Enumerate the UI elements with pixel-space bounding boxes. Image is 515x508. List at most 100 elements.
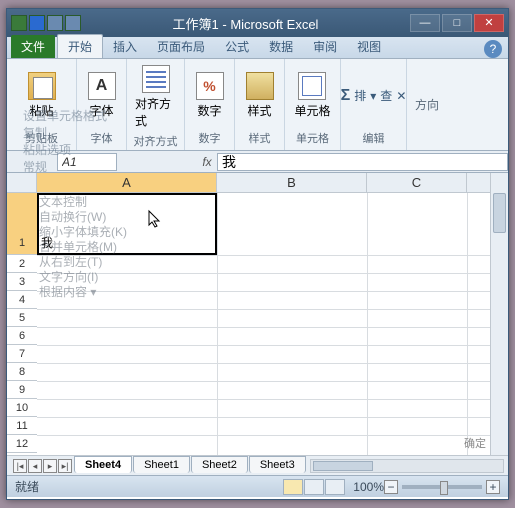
- zoom-slider[interactable]: [402, 485, 482, 489]
- sheet-tab-sheet1[interactable]: Sheet1: [133, 456, 190, 473]
- group-cells: 单元格 单元格: [285, 59, 341, 150]
- number-group-label: 数字: [199, 130, 221, 146]
- direction-label: 方向: [415, 96, 439, 113]
- tab-data[interactable]: 数据: [259, 35, 303, 58]
- row-header-1[interactable]: 1: [7, 193, 37, 255]
- redo-icon[interactable]: [65, 15, 81, 31]
- sheet-nav-next[interactable]: ▸: [43, 459, 57, 473]
- styles-label: 样式: [247, 102, 271, 119]
- align-icon: [142, 65, 170, 93]
- cell-a1[interactable]: 我: [37, 193, 217, 255]
- row-header-6[interactable]: 6: [7, 327, 37, 345]
- view-page-layout-button[interactable]: [304, 479, 324, 495]
- font-label: 字体: [89, 102, 113, 119]
- titlebar: 工作簿1 - Microsoft Excel — □ ✕: [7, 9, 508, 37]
- tab-page-layout[interactable]: 页面布局: [147, 35, 215, 58]
- window-title: 工作簿1 - Microsoft Excel: [81, 14, 410, 33]
- formula-bar[interactable]: [217, 153, 508, 171]
- number-button[interactable]: % 数字: [194, 70, 226, 121]
- select-all-corner[interactable]: [7, 173, 37, 193]
- align-group-label: 对齐方式: [134, 133, 178, 149]
- tab-home[interactable]: 开始: [57, 34, 103, 58]
- tab-view[interactable]: 视图: [347, 35, 391, 58]
- sheet-tab-sheet4[interactable]: Sheet4: [74, 456, 132, 473]
- sheet-nav-first[interactable]: |◂: [13, 459, 27, 473]
- alignment-button[interactable]: 对齐方式: [133, 63, 178, 131]
- group-styles: 样式 样式: [235, 59, 285, 150]
- row-header-7[interactable]: 7: [7, 345, 37, 363]
- col-header-a[interactable]: A: [37, 173, 217, 192]
- col-header-b[interactable]: B: [217, 173, 367, 192]
- sheet-nav-prev[interactable]: ◂: [28, 459, 42, 473]
- excel-icon: [11, 15, 27, 31]
- number-icon: %: [196, 72, 224, 100]
- row-header-5[interactable]: 5: [7, 309, 37, 327]
- sigma-icon: Σ: [341, 87, 351, 105]
- save-icon[interactable]: [29, 15, 45, 31]
- styles-group-label: 样式: [249, 130, 271, 146]
- paste-button[interactable]: 粘贴: [26, 70, 58, 121]
- row-header-4[interactable]: 4: [7, 291, 37, 309]
- tab-formulas[interactable]: 公式: [215, 35, 259, 58]
- vertical-scrollbar[interactable]: [490, 173, 508, 455]
- ok-hint: 确定: [464, 435, 486, 451]
- row-headers: 1 2 3 4 5 6 7 8 9 10 11 12: [7, 193, 37, 453]
- worksheet-area: A B C 1 2 3 4 5 6 7 8 9 10 11 12: [7, 173, 508, 455]
- horizontal-scrollbar[interactable]: [310, 459, 504, 473]
- tab-insert[interactable]: 插入: [103, 35, 147, 58]
- row-header-2[interactable]: 2: [7, 255, 37, 273]
- sheet-tab-sheet2[interactable]: Sheet2: [191, 456, 248, 473]
- fill-button[interactable]: ▾: [370, 89, 376, 103]
- view-page-break-button[interactable]: [325, 479, 345, 495]
- window-buttons: — □ ✕: [410, 14, 504, 32]
- row-header-12[interactable]: 12: [7, 435, 37, 453]
- cells-button[interactable]: 单元格: [292, 70, 332, 121]
- clipboard-group-label: 剪贴板: [25, 130, 58, 146]
- maximize-button[interactable]: □: [442, 14, 472, 32]
- close-button[interactable]: ✕: [474, 14, 504, 32]
- help-button[interactable]: ?: [484, 40, 502, 58]
- paste-icon: [28, 72, 56, 100]
- align-label: 对齐方式: [135, 95, 176, 129]
- formula-bar-row: fx: [7, 151, 508, 173]
- hscroll-thumb[interactable]: [313, 461, 373, 471]
- font-group-label: 字体: [91, 130, 113, 146]
- clear-button[interactable]: ✕: [396, 89, 406, 103]
- status-bar: 就绪 100% − +: [7, 475, 508, 497]
- paste-label: 粘贴: [29, 102, 53, 119]
- zoom-control: − +: [384, 480, 500, 494]
- font-icon: A: [88, 72, 116, 100]
- zoom-in-button[interactable]: +: [486, 480, 500, 494]
- tab-review[interactable]: 审阅: [303, 35, 347, 58]
- row-header-11[interactable]: 11: [7, 417, 37, 435]
- sort-button[interactable]: 排: [354, 87, 366, 104]
- name-box[interactable]: [57, 153, 117, 171]
- sheet-nav-last[interactable]: ▸|: [58, 459, 72, 473]
- styles-button[interactable]: 样式: [244, 70, 276, 121]
- minimize-button[interactable]: —: [410, 14, 440, 32]
- row-header-3[interactable]: 3: [7, 273, 37, 291]
- find-button[interactable]: 查: [380, 87, 392, 104]
- ribbon-tabs: 文件 开始 插入 页面布局 公式 数据 审阅 视图 ?: [7, 37, 508, 59]
- row-header-10[interactable]: 10: [7, 399, 37, 417]
- group-font: A 字体 字体: [77, 59, 127, 150]
- row-header-9[interactable]: 9: [7, 381, 37, 399]
- fx-icon[interactable]: fx: [197, 155, 217, 169]
- sheet-tab-sheet3[interactable]: Sheet3: [249, 456, 306, 473]
- vscroll-thumb[interactable]: [493, 193, 506, 233]
- undo-icon[interactable]: [47, 15, 63, 31]
- autosum-button[interactable]: Σ: [341, 87, 351, 105]
- col-header-c[interactable]: C: [367, 173, 467, 192]
- tab-file[interactable]: 文件: [11, 35, 55, 58]
- column-headers: A B C: [7, 173, 508, 193]
- zoom-level[interactable]: 100%: [353, 480, 384, 494]
- styles-icon: [246, 72, 274, 100]
- row-header-8[interactable]: 8: [7, 363, 37, 381]
- zoom-out-button[interactable]: −: [384, 480, 398, 494]
- app-window: 工作簿1 - Microsoft Excel — □ ✕ 文件 开始 插入 页面…: [6, 8, 509, 500]
- status-ready: 就绪: [15, 478, 39, 495]
- view-normal-button[interactable]: [283, 479, 303, 495]
- group-clipboard: 粘贴 剪贴板: [7, 59, 77, 150]
- view-buttons: [283, 479, 345, 495]
- font-button[interactable]: A 字体: [86, 70, 118, 121]
